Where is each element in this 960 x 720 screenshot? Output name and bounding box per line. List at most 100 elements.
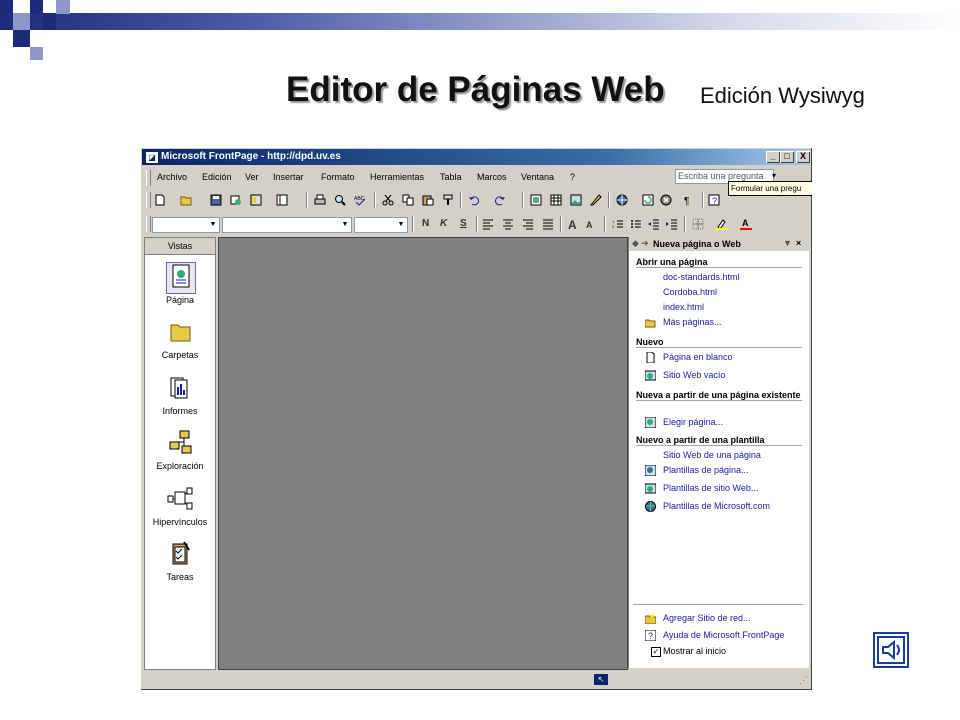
task-pane-header: ◆ ➔ Nueva página o Web ▼ × [629, 237, 809, 251]
align-left-icon[interactable] [482, 218, 494, 230]
help-icon[interactable]: ? [708, 194, 720, 206]
close-icon[interactable]: × [796, 238, 801, 248]
underline-button[interactable]: S [460, 218, 467, 229]
shrink-font-button[interactable]: A [586, 220, 593, 230]
view-hyperlinks[interactable]: Hipervínculos [145, 484, 215, 536]
copy-icon[interactable] [402, 194, 414, 206]
paragraph-marks-icon[interactable]: ¶ [682, 194, 694, 206]
menu-edicion[interactable]: Edición [202, 172, 232, 182]
print-icon[interactable] [314, 194, 326, 206]
align-right-icon[interactable] [522, 218, 534, 230]
font-color-icon[interactable]: A [740, 218, 752, 230]
resize-grip-icon[interactable]: ⋰ [799, 675, 808, 686]
views-toggle-icon[interactable] [276, 194, 288, 206]
menu-archivo[interactable]: Archivo [157, 172, 187, 182]
back-arrow-icon[interactable]: ◆ [632, 238, 639, 249]
maximize-button[interactable]: □ [780, 151, 794, 163]
spelling-icon[interactable]: ABC [354, 194, 366, 206]
open-link[interactable]: Cordoba.html [663, 287, 717, 297]
toolbar-grip[interactable] [146, 192, 151, 208]
redo-icon[interactable] [494, 194, 506, 206]
empty-web-link[interactable]: Sitio Web vacío [663, 370, 725, 380]
blank-page-link[interactable]: Página en blanco [663, 352, 733, 362]
menu-tabla[interactable]: Tabla [440, 172, 462, 182]
menu-help[interactable]: ? [570, 172, 575, 182]
hyperlinks-icon [167, 487, 193, 510]
preview-icon[interactable] [334, 194, 346, 206]
justify-icon[interactable] [542, 218, 554, 230]
bullets-icon[interactable] [630, 218, 642, 230]
open-icon[interactable] [180, 194, 192, 206]
view-label: Hipervínculos [152, 517, 208, 527]
view-tasks[interactable]: Tareas [145, 539, 215, 591]
open-link[interactable]: index.html [663, 302, 704, 312]
close-button[interactable]: X [796, 151, 810, 163]
highlight-icon[interactable] [716, 218, 728, 230]
format-painter-icon[interactable] [442, 194, 454, 206]
publish-icon[interactable] [230, 194, 242, 206]
view-page[interactable]: Página [145, 262, 215, 314]
reports-icon [170, 377, 188, 399]
show-at-start-label: Mostrar al inicio [663, 646, 727, 656]
choose-page-link[interactable]: Elegir página... [663, 417, 723, 427]
style-combo[interactable]: ▼ [152, 217, 220, 233]
template-link[interactable]: Plantillas de Microsoft.com [663, 501, 770, 511]
menu-grip[interactable] [146, 170, 151, 186]
sound-action-icon[interactable] [873, 632, 909, 668]
frontpage-window: ◪ Microsoft FrontPage - http://dpd.uv.es… [140, 147, 812, 690]
view-label: Tareas [166, 572, 194, 582]
increase-indent-icon[interactable] [666, 218, 678, 230]
toolbar-grip[interactable] [146, 216, 151, 232]
menu-herramientas[interactable]: Herramientas [370, 172, 424, 182]
decor-square [43, 13, 56, 30]
toolbar-separator [560, 216, 562, 232]
insert-picture-icon[interactable] [570, 194, 582, 206]
menu-marcos[interactable]: Marcos [477, 172, 507, 182]
view-reports[interactable]: Informes [145, 373, 215, 425]
template-link[interactable]: Sitio Web de una página [663, 450, 761, 460]
editor-area[interactable] [218, 237, 628, 670]
cut-icon[interactable] [382, 194, 394, 206]
chevron-down-icon[interactable]: ▼ [783, 238, 792, 248]
stop-icon[interactable] [660, 194, 672, 206]
frontpage-help-link[interactable]: Ayuda de Microsoft FrontPage [663, 630, 784, 640]
view-folders[interactable]: Carpetas [145, 317, 215, 369]
borders-icon[interactable] [692, 218, 704, 230]
template-link[interactable]: Plantillas de sitio Web... [663, 483, 758, 493]
more-pages-link[interactable]: Más páginas... [663, 317, 722, 327]
new-page-icon[interactable] [154, 194, 166, 206]
forward-arrow-icon[interactable]: ➔ [641, 238, 649, 249]
font-size-combo[interactable]: ▼ [354, 217, 408, 233]
empty-web-icon [645, 370, 656, 381]
web-globe-icon[interactable] [616, 194, 628, 206]
insert-table-icon[interactable] [550, 194, 562, 206]
italic-button[interactable]: K [440, 218, 447, 229]
show-at-start-checkbox[interactable]: ✓ [651, 647, 661, 657]
add-network-site-link[interactable]: Agregar Sitio de red... [663, 613, 751, 623]
choose-page-icon [645, 417, 656, 428]
align-center-icon[interactable] [502, 218, 514, 230]
drawing-icon[interactable] [590, 194, 602, 206]
save-icon[interactable] [210, 194, 222, 206]
minimize-button[interactable]: _ [766, 151, 780, 163]
refresh-icon[interactable] [642, 194, 654, 206]
menu-ver[interactable]: Ver [245, 172, 259, 182]
undo-icon[interactable] [468, 194, 480, 206]
folder-list-icon[interactable] [250, 194, 262, 206]
view-navigation[interactable]: Exploración [145, 428, 215, 480]
bold-button[interactable]: N [422, 218, 429, 229]
menu-formato[interactable]: Formato [321, 172, 355, 182]
toolbar-separator [476, 216, 478, 232]
decrease-indent-icon[interactable] [648, 218, 660, 230]
menu-ventana[interactable]: Ventana [521, 172, 554, 182]
insert-component-icon[interactable] [530, 194, 542, 206]
pane-divider [633, 604, 803, 605]
font-combo[interactable]: ▼ [222, 217, 352, 233]
numbering-icon[interactable]: 12 [612, 218, 624, 230]
decor-square [13, 30, 30, 47]
open-link[interactable]: doc-standards.html [663, 272, 740, 282]
menu-insertar[interactable]: Insertar [273, 172, 304, 182]
paste-icon[interactable] [422, 194, 434, 206]
template-link[interactable]: Plantillas de página... [663, 465, 749, 475]
grow-font-button[interactable]: A [568, 218, 577, 232]
